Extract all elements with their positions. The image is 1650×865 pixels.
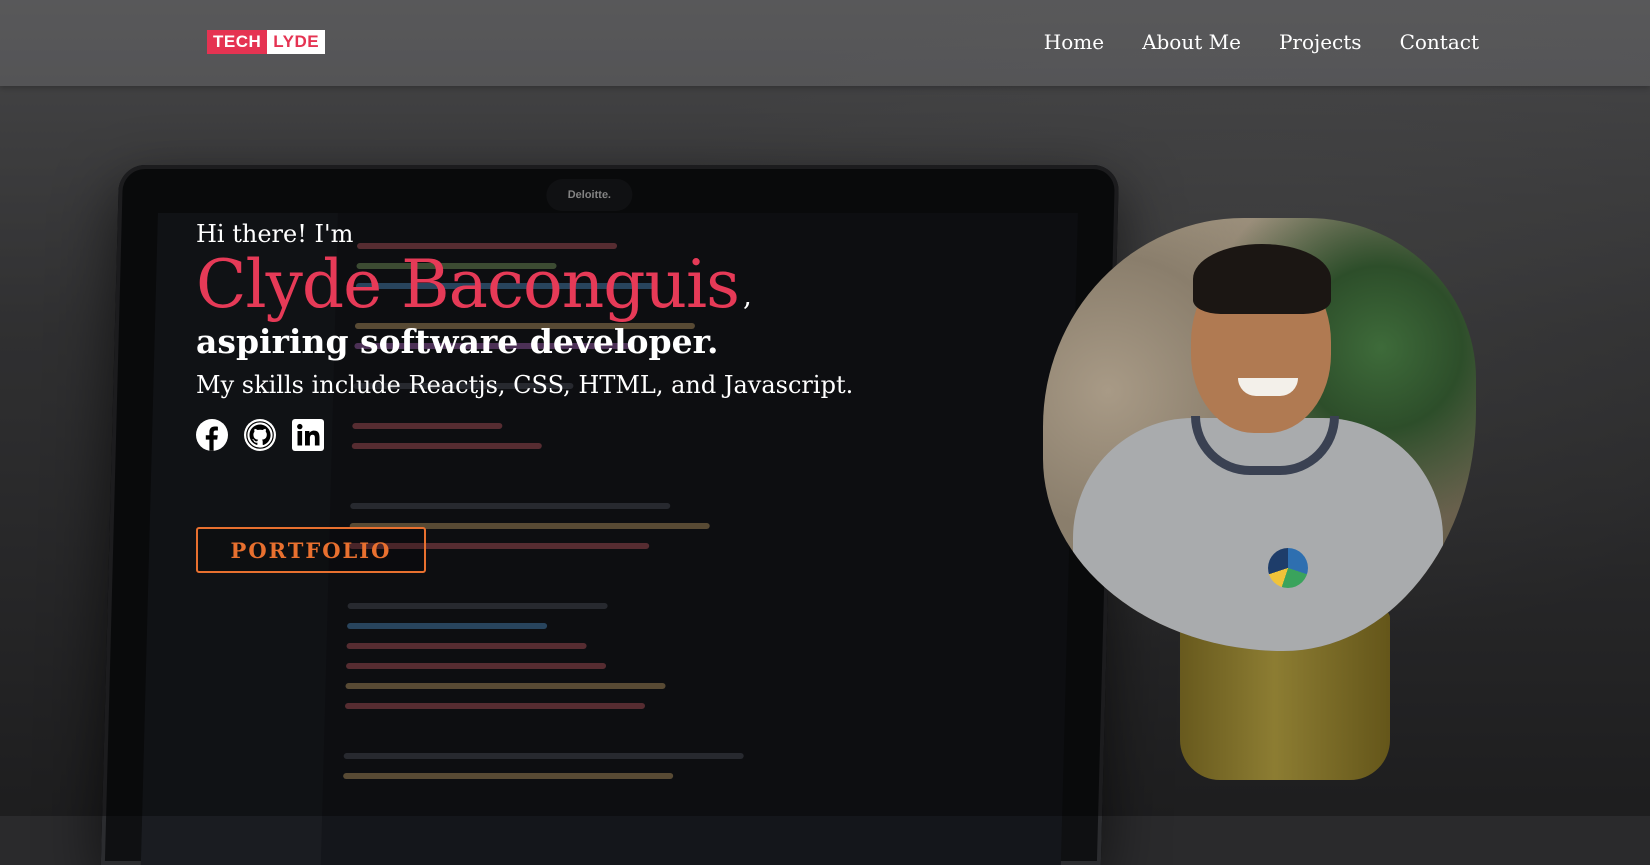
logo-part-tech: TECH	[207, 30, 268, 54]
logo-part-lyde: LYDE	[267, 30, 326, 54]
hero-skills: My skills include Reactjs, CSS, HTML, an…	[196, 371, 854, 399]
main-nav: Home About Me Projects Contact	[1044, 30, 1479, 54]
hero-name: Clyde Baconguis	[196, 246, 740, 323]
brand-logo[interactable]: TECH LYDE	[207, 30, 326, 54]
nav-projects-link[interactable]: Projects	[1279, 30, 1362, 54]
site-header: TECH LYDE Home About Me Projects Contact	[0, 0, 1650, 86]
nav-about-me-link[interactable]: About Me	[1142, 30, 1241, 54]
shirt-logo-icon	[1268, 548, 1308, 588]
hero-name-line: Clyde Baconguis ,	[196, 252, 853, 318]
social-links	[196, 419, 853, 451]
photo-hair	[1193, 244, 1331, 314]
github-icon[interactable]	[244, 419, 276, 451]
profile-photo	[1043, 218, 1476, 651]
photo-smile	[1238, 378, 1298, 396]
hero-greeting: Hi there! I'm	[196, 220, 354, 248]
nav-home-link[interactable]: Home	[1044, 30, 1104, 54]
portfolio-button[interactable]: PORTFOLIO	[196, 527, 426, 573]
linkedin-icon[interactable]	[292, 419, 324, 451]
facebook-icon[interactable]	[196, 419, 228, 451]
hero-name-comma: ,	[742, 279, 752, 312]
nav-contact-link[interactable]: Contact	[1400, 30, 1479, 54]
hero-role: aspiring software developer.	[196, 322, 719, 361]
hero-section: Hi there! I'm Clyde Baconguis , aspiring…	[196, 220, 853, 451]
